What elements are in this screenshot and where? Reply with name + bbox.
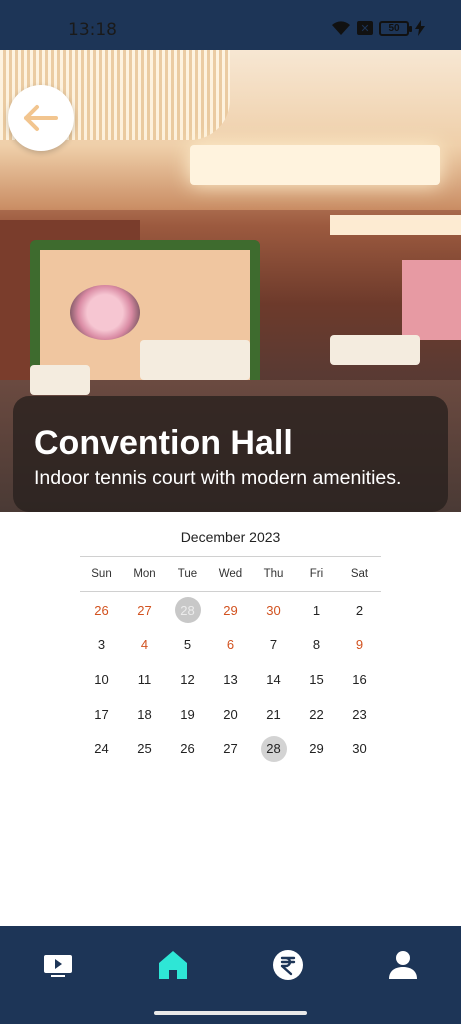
- calendar-day[interactable]: 30: [252, 593, 295, 628]
- no-sim-icon: ✕: [357, 21, 373, 35]
- battery-icon: 50: [379, 20, 412, 36]
- calendar-day[interactable]: 6: [209, 628, 252, 663]
- nav-item-profile[interactable]: [373, 935, 433, 995]
- calendar-day[interactable]: 26: [166, 731, 209, 766]
- tv-icon: [43, 955, 72, 977]
- calendar-day[interactable]: 15: [295, 662, 338, 697]
- arrow-left-icon: [24, 105, 58, 131]
- calendar-day[interactable]: 29: [209, 593, 252, 628]
- calendar-day[interactable]: 21: [252, 697, 295, 732]
- status-time: 13:18: [68, 20, 117, 40]
- calendar-day[interactable]: 19: [166, 697, 209, 732]
- calendar-day[interactable]: 4: [123, 628, 166, 663]
- battery-level: 50: [388, 22, 400, 34]
- status-bar: 13:18 ✕ 50: [0, 0, 461, 50]
- back-button[interactable]: [8, 85, 74, 151]
- calendar-day[interactable]: 14: [252, 662, 295, 697]
- calendar-day[interactable]: 5: [166, 628, 209, 663]
- bottom-navigation: [0, 926, 461, 1004]
- status-icons: ✕ 50: [331, 20, 425, 36]
- calendar-day[interactable]: 13: [209, 662, 252, 697]
- calendar-day[interactable]: 3: [80, 628, 123, 663]
- calendar-day[interactable]: 29: [295, 731, 338, 766]
- calendar-day[interactable]: 23: [338, 697, 381, 732]
- nav-item-home[interactable]: [143, 935, 203, 995]
- calendar-day[interactable]: 11: [123, 662, 166, 697]
- calendar-day[interactable]: 2: [338, 593, 381, 628]
- calendar-day[interactable]: 27: [209, 731, 252, 766]
- user-icon: [389, 951, 418, 979]
- venue-description: Indoor tennis court with modern amenitie…: [34, 467, 402, 489]
- rupee-icon: [273, 950, 304, 980]
- calendar-month-label: December 2023: [180, 529, 281, 545]
- calendar-day[interactable]: 28: [166, 593, 209, 628]
- calendar-day[interactable]: 10: [80, 662, 123, 697]
- calendar-day[interactable]: 17: [80, 697, 123, 732]
- calendar-day[interactable]: 9: [338, 628, 381, 663]
- charging-icon: [415, 20, 425, 36]
- calendar-day[interactable]: 24: [80, 731, 123, 766]
- nav-item-videos[interactable]: [28, 935, 88, 995]
- weekday-label: Sun: [91, 568, 112, 580]
- home-icon: [158, 951, 187, 979]
- weekday-label: Fri: [309, 568, 324, 580]
- weekday-label: Sat: [350, 568, 369, 580]
- calendar-day[interactable]: 12: [166, 662, 209, 697]
- weekday-label: Wed: [218, 568, 243, 580]
- calendar-day[interactable]: 16: [338, 662, 381, 697]
- calendar-day[interactable]: 30: [338, 731, 381, 766]
- calendar-day[interactable]: 22: [295, 697, 338, 732]
- calendar-grid: 26 27 28 29 30 1 2 3 4 5 6 7 8 9 10 11 1…: [80, 592, 381, 766]
- calendar-day[interactable]: 26: [80, 593, 123, 628]
- calendar: December 2023 Sun Mon Tue Wed Thu Fri Sa…: [80, 526, 381, 766]
- calendar-day[interactable]: 1: [295, 593, 338, 628]
- weekday-label: Thu: [263, 568, 284, 580]
- weekday-label: Tue: [177, 568, 198, 580]
- calendar-day-selected[interactable]: 28: [252, 731, 295, 766]
- nav-item-payments[interactable]: [258, 935, 318, 995]
- calendar-day[interactable]: 7: [252, 628, 295, 663]
- calendar-day[interactable]: 18: [123, 697, 166, 732]
- calendar-day[interactable]: 20: [209, 697, 252, 732]
- venue-title: Convention Hall: [34, 424, 293, 462]
- wifi-icon: [332, 21, 350, 35]
- home-indicator[interactable]: [154, 1011, 307, 1015]
- weekday-label: Mon: [133, 568, 156, 580]
- calendar-weekday-header: Sun Mon Tue Wed Thu Fri Sat: [80, 557, 381, 591]
- calendar-day[interactable]: 27: [123, 593, 166, 628]
- calendar-day[interactable]: 8: [295, 628, 338, 663]
- calendar-day[interactable]: 25: [123, 731, 166, 766]
